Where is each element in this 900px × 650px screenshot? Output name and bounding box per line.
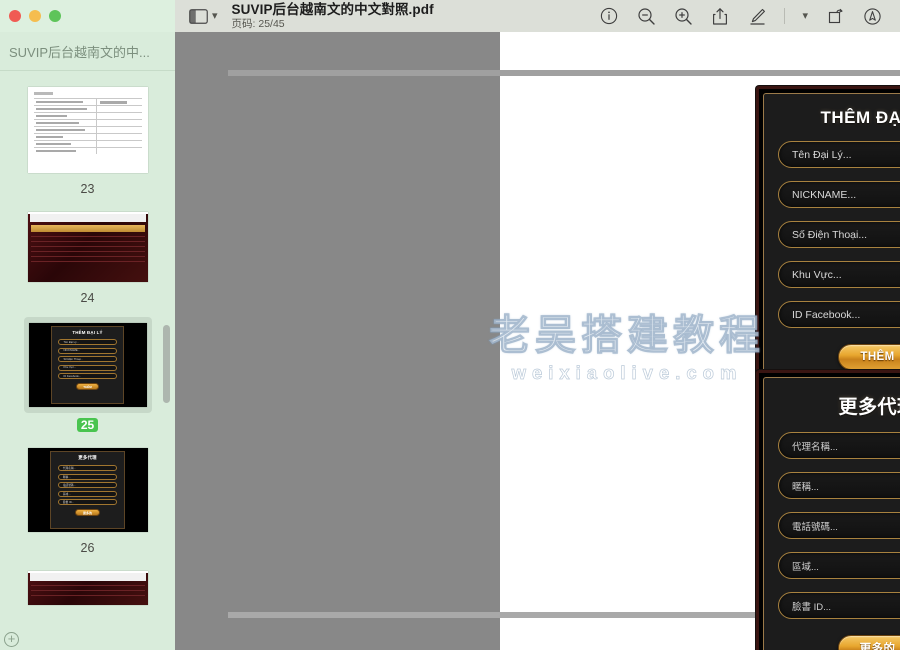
phone-number-placeholder: Số Điện Thoại... <box>792 228 868 241</box>
thumbnail-number: 23 <box>80 182 95 196</box>
add-page-button[interactable]: + <box>4 632 19 647</box>
add-agent-button-label-cn: 更多的 <box>859 643 896 650</box>
toolbar-tools: ▾ <box>599 6 886 26</box>
form-panel-title: 更多代理 <box>838 397 900 418</box>
page-viewer[interactable]: THÊM ĐẠI LÝ Tên Đại Lý... NICKNAME... Số… <box>175 32 900 650</box>
thumbnail-frame-25[interactable]: THÊM ĐẠI LÝ Tên Đại Lý... NICKNAME... Số… <box>23 317 152 413</box>
mini-table-doc <box>28 87 148 159</box>
add-agent-button-cn[interactable]: 更多的 <box>837 635 900 650</box>
thumbnail-number: 24 <box>80 291 95 305</box>
thumbnail-preview-27 <box>27 571 148 605</box>
markup-chevron-down-icon[interactable]: ▾ <box>802 10 808 22</box>
share-icon[interactable] <box>710 6 730 26</box>
nickname-field[interactable]: NICKNAME... <box>778 181 900 208</box>
facebook-id-placeholder: ID Facebook... <box>792 308 861 321</box>
sidebar-document-title: SUVIP后台越南文的中... <box>0 32 175 71</box>
viewer-gutter <box>175 32 500 650</box>
form-panel-inner: 更多代理 代理名稱... 暱稱... 電話號碼... 區域... 臉書 ID..… <box>763 377 900 650</box>
info-icon[interactable] <box>599 6 619 26</box>
minimize-window-button[interactable] <box>29 10 41 22</box>
document-info: SUVIP后台越南文的中文對照.pdf 页码: 25/45 <box>232 2 434 31</box>
mini-form-panel-cn: 更多代理 代理名稱... 暱稱... 電話號碼... 區域... 臉書 ID..… <box>27 448 148 532</box>
list-item[interactable]: 更多代理 代理名稱... 暱稱... 電話號碼... 區域... 臉書 ID..… <box>0 432 175 555</box>
facebook-id-field-cn[interactable]: 臉書 ID... <box>778 592 900 619</box>
thumbnail-list: 23 24 THÊM ĐẠI LÝ Tên Đại Lý... NICKNAME… <box>0 71 175 609</box>
form-panel-title: THÊM ĐẠI LÝ <box>820 108 900 127</box>
nickname-placeholder-cn: 暱稱... <box>792 481 819 493</box>
agent-name-field-cn[interactable]: 代理名稱... <box>778 432 900 459</box>
agent-name-placeholder: Tên Đại Lý... <box>792 148 852 161</box>
thumbnail-sidebar[interactable]: SUVIP后台越南文的中... 23 24 THÊM ĐẠI LÝ Tên Đạ… <box>0 32 175 650</box>
add-agent-button-label: THÊM <box>860 351 895 363</box>
mini-dark-screen <box>27 214 148 282</box>
phone-number-field[interactable]: Số Điện Thoại... <box>778 221 900 248</box>
thumbnail-frame-24[interactable] <box>24 208 152 286</box>
toolbar-divider <box>784 8 786 24</box>
sidebar-scrollbar[interactable] <box>163 325 170 403</box>
phone-number-field-cn[interactable]: 電話號碼... <box>778 512 900 539</box>
thumbnail-preview-26: 更多代理 代理名稱... 暱稱... 電話號碼... 區域... 臉書 ID..… <box>27 448 148 532</box>
list-item[interactable]: 23 <box>0 71 175 196</box>
region-field[interactable]: Khu Vực... <box>778 261 900 288</box>
thumbnail-number: 26 <box>80 541 95 555</box>
window-controls <box>0 0 175 32</box>
pdf-viewer-window: ▾ SUVIP后台越南文的中文對照.pdf 页码: 25/45 ▾ SUVIP后… <box>0 0 900 650</box>
region-field-cn[interactable]: 區域... <box>778 552 900 579</box>
list-item[interactable]: 24 <box>0 196 175 305</box>
mini-dark-screen <box>27 573 148 605</box>
close-window-button[interactable] <box>9 10 21 22</box>
thumbnail-number-current: 25 <box>76 418 99 432</box>
page-rule-top <box>228 70 900 76</box>
nickname-placeholder: NICKNAME... <box>792 188 857 201</box>
zoom-out-icon[interactable] <box>636 6 656 26</box>
page-title: SUVIP后台越南文的中文對照.pdf <box>231 1 434 17</box>
form-panel-chinese: 更多代理 代理名稱... 暱稱... 電話號碼... 區域... 臉書 ID..… <box>756 370 900 650</box>
markup-icon[interactable] <box>862 6 882 26</box>
thumbnail-preview-23 <box>27 87 148 173</box>
list-item[interactable]: THÊM ĐẠI LÝ Tên Đại Lý... NICKNAME... Số… <box>0 305 175 432</box>
thumbnail-frame-23[interactable] <box>24 83 152 177</box>
thumbnail-frame-26[interactable]: 更多代理 代理名稱... 暱稱... 電話號碼... 區域... 臉書 ID..… <box>24 444 152 536</box>
sidebar-options-chevron-down-icon[interactable]: ▾ <box>212 10 218 22</box>
toolbar: ▾ SUVIP后台越南文的中文對照.pdf 页码: 25/45 ▾ <box>175 0 900 32</box>
mini-panel-title: 更多代理 <box>78 455 97 460</box>
highlight-pen-icon[interactable] <box>747 6 767 26</box>
title-bar: ▾ SUVIP后台越南文的中文對照.pdf 页码: 25/45 ▾ <box>0 0 900 32</box>
zoom-in-icon[interactable] <box>673 6 693 26</box>
list-item[interactable] <box>0 555 175 609</box>
thumbnail-frame-27[interactable] <box>24 567 152 609</box>
thumbnail-preview-25: THÊM ĐẠI LÝ Tên Đại Lý... NICKNAME... Số… <box>28 323 147 407</box>
nickname-field-cn[interactable]: 暱稱... <box>778 472 900 499</box>
region-placeholder-cn: 區域... <box>792 561 819 573</box>
agent-name-placeholder-cn: 代理名稱... <box>792 441 838 453</box>
mini-panel-title: THÊM ĐẠI LÝ <box>72 330 103 335</box>
rotate-icon[interactable] <box>825 6 845 26</box>
form-panel-vietnamese: THÊM ĐẠI LÝ Tên Đại Lý... NICKNAME... Số… <box>756 86 900 391</box>
region-placeholder: Khu Vực... <box>792 268 842 281</box>
maximize-window-button[interactable] <box>49 10 61 22</box>
mini-form-panel-vn: THÊM ĐẠI LÝ Tên Đại Lý... NICKNAME... Số… <box>28 323 147 407</box>
sidebar-toggle-icon[interactable] <box>187 8 209 25</box>
thumbnail-preview-24 <box>27 212 148 282</box>
agent-name-field[interactable]: Tên Đại Lý... <box>778 141 900 168</box>
form-panel-inner: THÊM ĐẠI LÝ Tên Đại Lý... NICKNAME... Số… <box>763 93 900 384</box>
facebook-id-placeholder-cn: 臉書 ID... <box>792 601 832 613</box>
page-indicator: 页码: 25/45 <box>231 17 285 30</box>
phone-number-placeholder-cn: 電話號碼... <box>792 521 838 533</box>
add-agent-button[interactable]: THÊM <box>837 344 900 370</box>
facebook-id-field[interactable]: ID Facebook... <box>778 301 900 328</box>
